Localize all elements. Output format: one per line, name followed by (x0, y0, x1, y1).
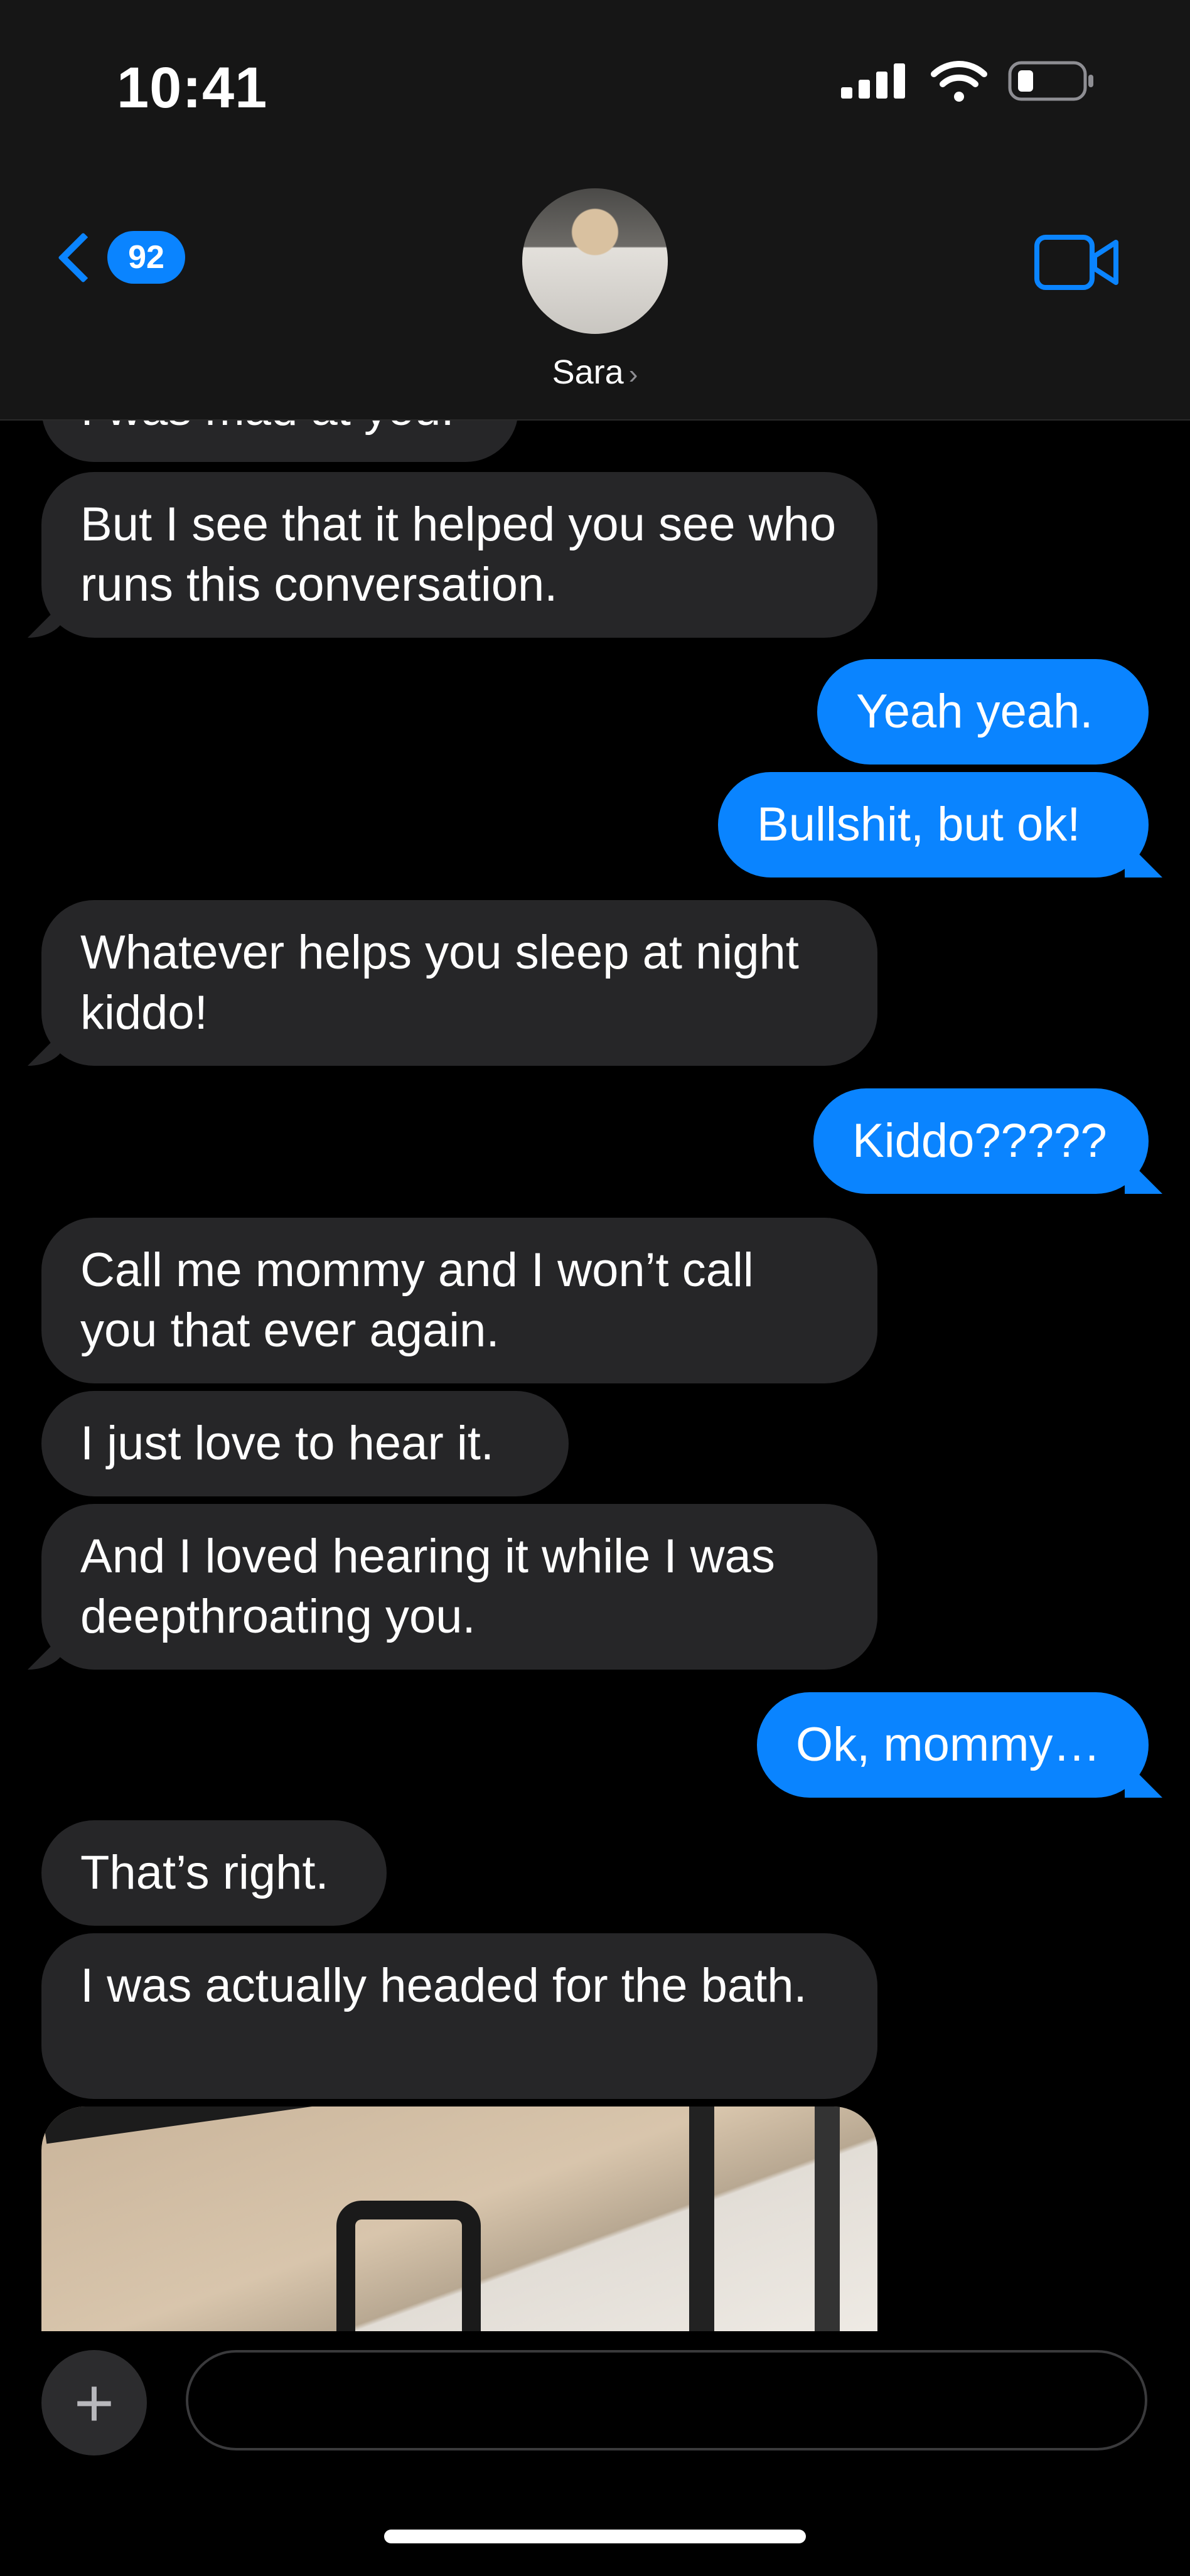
add-attachment-button[interactable]: + (41, 2350, 147, 2455)
contact-name: Sara (552, 353, 624, 391)
message-bubble-incoming[interactable]: But I see that it helped you see who run… (41, 472, 877, 638)
message-text: I was mad at you. (80, 419, 454, 436)
message-bubble-incoming[interactable]: Whatever helps you sleep at night kiddo! (41, 900, 877, 1066)
message-text: Kiddo????? (852, 1114, 1107, 1167)
photo-frame-edge (689, 2106, 714, 2331)
message-bubble-incoming[interactable]: Call me mommy and I won’t call you that … (41, 1218, 877, 1383)
chevron-right-icon: › (628, 359, 638, 390)
wifi-icon (931, 61, 987, 102)
back-button[interactable]: 92 (50, 231, 185, 284)
message-text: I just love to hear it. (80, 1417, 494, 1470)
message-text: Bullshit, but ok! (757, 798, 1081, 851)
message-bubble-incoming[interactable]: I was mad at you. (41, 419, 518, 462)
message-bubble-outgoing[interactable]: Yeah yeah. (817, 659, 1149, 765)
message-bubble-outgoing[interactable]: Kiddo????? (813, 1088, 1149, 1194)
message-bubble-incoming[interactable]: I just love to hear it. (41, 1391, 569, 1496)
chevron-left-icon (58, 232, 109, 283)
message-text: But I see that it helped you see who run… (80, 498, 837, 611)
conversation-header: 10:41 92 Sara › (0, 0, 1190, 421)
unread-count-badge: 92 (107, 231, 185, 284)
message-list[interactable]: I was mad at you. But I see that it help… (0, 419, 1190, 2331)
message-bubble-incoming[interactable]: That’s right. (41, 1820, 387, 1926)
message-text: I was actually headed for the bath. (80, 1959, 807, 2012)
message-bubble-outgoing[interactable]: Ok, mommy… (757, 1692, 1149, 1798)
status-time: 10:41 (117, 56, 268, 120)
photo-faucet (336, 2201, 481, 2331)
contact-avatar[interactable] (522, 188, 668, 334)
message-text: Whatever helps you sleep at night kiddo! (80, 926, 799, 1039)
message-input[interactable] (186, 2350, 1147, 2450)
message-bubble-incoming[interactable]: And I loved hearing it while I was deept… (41, 1504, 877, 1670)
message-text: Yeah yeah. (856, 685, 1093, 738)
status-icons (841, 60, 1096, 102)
message-text: And I loved hearing it while I was deept… (80, 1530, 775, 1643)
message-text: Call me mommy and I won’t call you that … (80, 1243, 754, 1357)
message-bubble-incoming[interactable]: I was actually headed for the bath. (41, 1933, 877, 2099)
photo-window-frame (41, 2106, 875, 2144)
video-camera-icon[interactable] (1034, 233, 1120, 291)
composer-bar: + (0, 2331, 1190, 2576)
message-text: Ok, mommy… (796, 1718, 1101, 1771)
photo-frame-edge (815, 2106, 840, 2331)
photo-attachment[interactable] (41, 2106, 877, 2331)
battery-icon (1008, 61, 1093, 101)
cellular-signal-icon (841, 63, 905, 99)
message-text: That’s right. (80, 1846, 329, 1899)
contact-name-button[interactable]: Sara › (0, 353, 1190, 392)
home-indicator[interactable] (384, 2530, 806, 2543)
message-bubble-outgoing[interactable]: Bullshit, but ok! (718, 772, 1149, 877)
